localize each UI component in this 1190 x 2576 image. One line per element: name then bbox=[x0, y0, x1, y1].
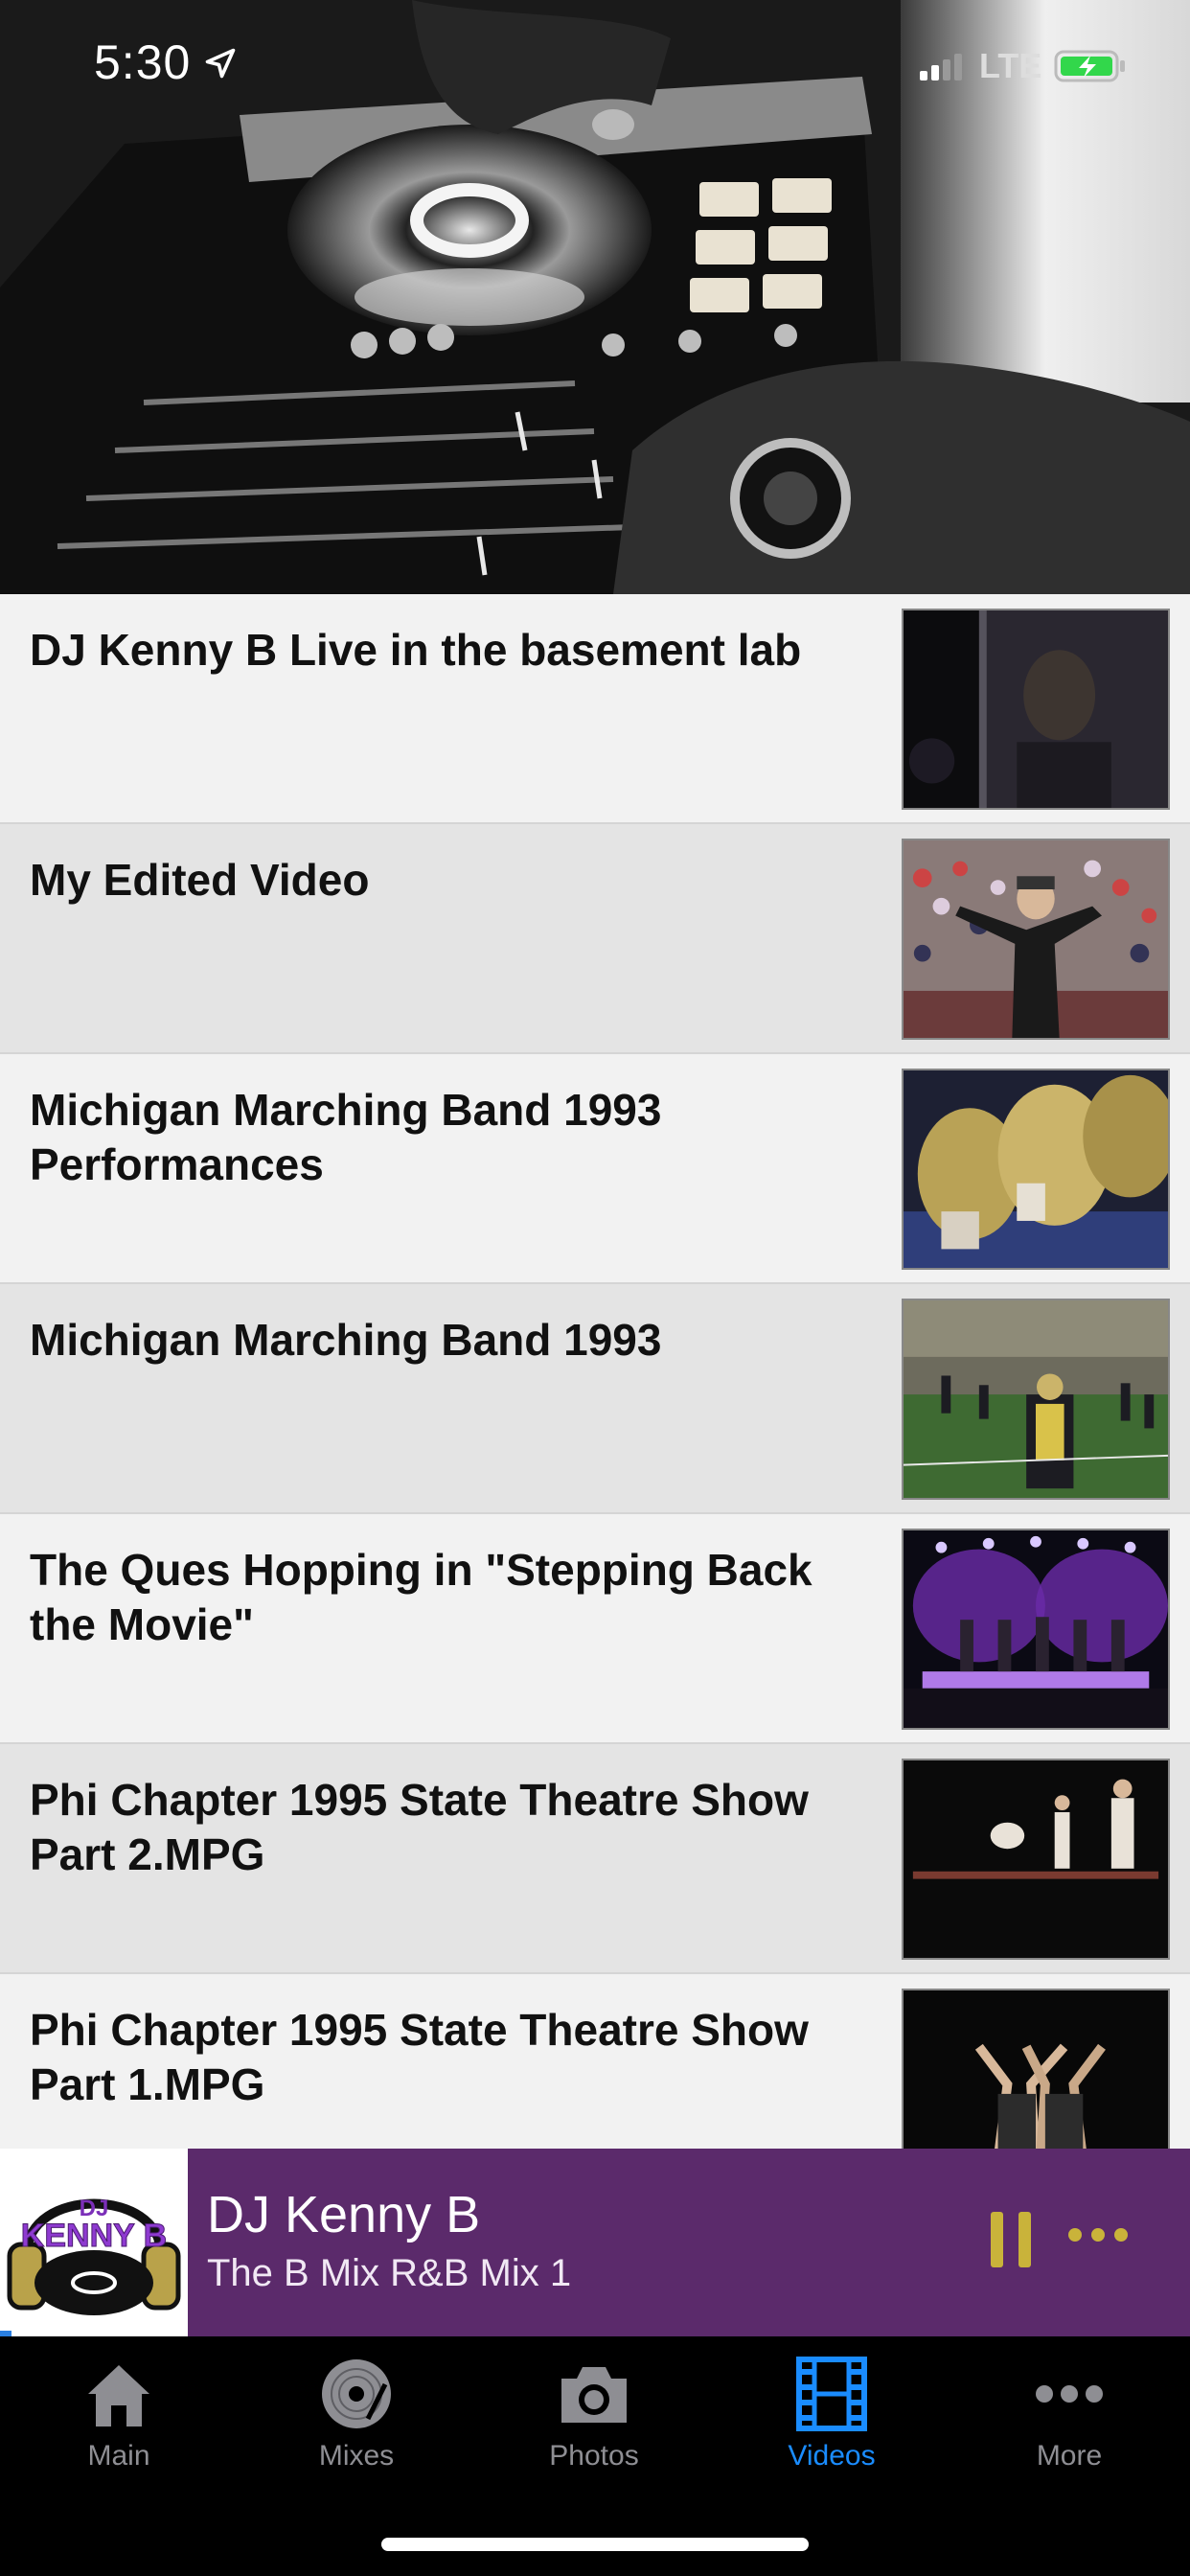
video-title: Michigan Marching Band 1993 bbox=[30, 1315, 662, 1365]
player-track: The B Mix R&B Mix 1 bbox=[207, 2252, 572, 2294]
video-title: Phi Chapter 1995 State Theatre Show Part… bbox=[30, 2005, 809, 2109]
tab-label: More bbox=[1036, 2440, 1103, 2472]
tab-label: Mixes bbox=[318, 2440, 395, 2472]
video-list-item[interactable]: Phi Chapter 1995 State Theatre Show Part… bbox=[0, 1744, 1190, 1974]
video-list-item[interactable]: My Edited Video bbox=[0, 824, 1190, 1054]
film-strip-icon bbox=[796, 2357, 867, 2431]
battery-charging-icon bbox=[1054, 50, 1125, 82]
dj-kenny-b-logo: DJ KENNY B bbox=[0, 2149, 188, 2336]
video-title: DJ Kenny B Live in the basement lab bbox=[30, 625, 802, 675]
status-bar: 5:30 LTE bbox=[0, 0, 1190, 129]
tab-videos[interactable]: Videos bbox=[713, 2336, 950, 2499]
video-list-item[interactable]: DJ Kenny B Live in the basement lab bbox=[0, 594, 1190, 824]
svg-text:KENNY B: KENNY B bbox=[21, 2218, 167, 2254]
location-arrow-icon bbox=[205, 48, 236, 79]
tab-label: Videos bbox=[788, 2440, 876, 2472]
tab-photos[interactable]: Photos bbox=[475, 2336, 713, 2499]
mini-player[interactable]: DJ KENNY B DJ Kenny B The B Mix R&B Mix … bbox=[0, 2149, 1190, 2336]
video-list-item[interactable]: Phi Chapter 1995 State Theatre Show Part… bbox=[0, 1974, 1190, 2149]
video-title: The Ques Hopping in "Stepping Back the M… bbox=[30, 1545, 812, 1649]
vinyl-record-icon bbox=[322, 2359, 391, 2428]
video-thumbnail bbox=[902, 1759, 1170, 1960]
pause-icon[interactable] bbox=[991, 2212, 1031, 2267]
home-icon bbox=[88, 2365, 149, 2426]
video-title: Michigan Marching Band 1993 Performances bbox=[30, 1085, 662, 1189]
video-title: Phi Chapter 1995 State Theatre Show Part… bbox=[30, 1775, 809, 1879]
tab-more[interactable]: More bbox=[950, 2336, 1188, 2499]
video-thumbnail bbox=[902, 1069, 1170, 1270]
tab-mixes[interactable]: Mixes bbox=[238, 2336, 475, 2499]
network-type: LTE bbox=[979, 46, 1042, 85]
video-thumbnail bbox=[902, 1529, 1170, 1730]
home-indicator[interactable] bbox=[381, 2538, 809, 2551]
video-list-item[interactable]: Michigan Marching Band 1993 Performances bbox=[0, 1054, 1190, 1284]
tab-label: Main bbox=[87, 2440, 150, 2472]
video-list-item[interactable]: Michigan Marching Band 1993 bbox=[0, 1284, 1190, 1514]
video-title: My Edited Video bbox=[30, 855, 370, 905]
tab-label: Photos bbox=[549, 2440, 639, 2472]
status-time: 5:30 bbox=[94, 35, 192, 89]
player-artist: DJ Kenny B bbox=[207, 2186, 481, 2243]
video-thumbnail bbox=[902, 839, 1170, 1040]
video-list-item[interactable]: The Ques Hopping in "Stepping Back the M… bbox=[0, 1514, 1190, 1744]
video-thumbnail bbox=[902, 1299, 1170, 1500]
cellular-signal-icon bbox=[920, 54, 962, 80]
album-artwork[interactable]: DJ KENNY B bbox=[0, 2149, 188, 2336]
camera-icon bbox=[561, 2367, 627, 2423]
video-thumbnail bbox=[902, 609, 1170, 810]
tab-main[interactable]: Main bbox=[0, 2336, 238, 2499]
video-thumbnail bbox=[902, 1989, 1170, 2149]
video-list[interactable]: DJ Kenny B Live in the basement lab My E… bbox=[0, 594, 1190, 2149]
player-more-icon[interactable] bbox=[1067, 2225, 1129, 2244]
more-dots-icon bbox=[1036, 2385, 1103, 2403]
